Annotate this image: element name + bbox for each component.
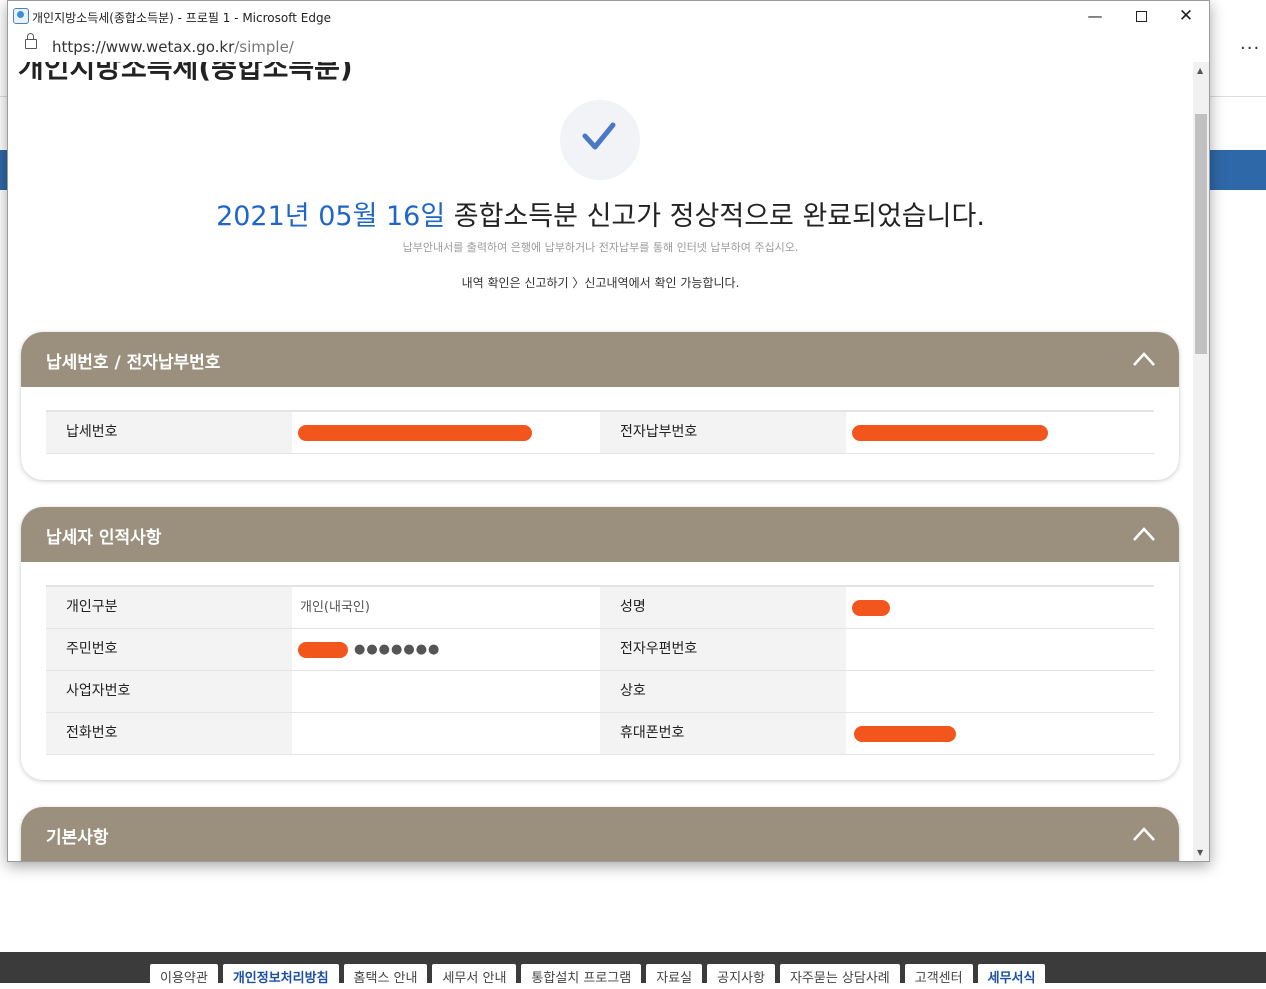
table-row: 사업자번호 상호 xyxy=(46,671,1154,713)
section-title: 기본사항 xyxy=(46,828,109,848)
redaction-mark xyxy=(298,642,348,658)
popup-window: 개인지방소득세(종합소득분) - 프로필 1 - Microsoft Edge … xyxy=(7,0,1210,862)
success-badge xyxy=(560,100,640,180)
url-base: https://www.wetax.go.kr xyxy=(52,38,235,56)
footer-link-forms[interactable]: 세무서식 xyxy=(977,964,1046,989)
maximize-button[interactable] xyxy=(1118,1,1164,31)
label-phone: 전화번호 xyxy=(46,713,292,754)
tax-number-table: 납세번호 전자납부번호 xyxy=(46,410,1154,454)
section-header[interactable]: 납세자 인적사항 xyxy=(21,507,1179,562)
window-title: 개인지방소득세(종합소득분) - 프로필 1 - Microsoft Edge xyxy=(32,11,331,25)
close-button[interactable]: ✕ xyxy=(1163,1,1209,31)
vertical-scrollbar[interactable]: ▲ ▼ xyxy=(1193,62,1209,861)
value-rrn: ●●●●●●● xyxy=(292,629,600,670)
footer-link-hometax[interactable]: 홈택스 안내 xyxy=(343,964,428,989)
lock-icon[interactable] xyxy=(25,33,37,49)
history-notice: 내역 확인은 신고하기 〉신고내역에서 확인 가능합니다. xyxy=(461,276,740,290)
redaction-mark xyxy=(852,425,1048,441)
table-row: 납세번호 전자납부번호 xyxy=(46,412,1154,454)
taxpayer-table: 개인구분 개인(내국인) 성명 주민번호 ●●●●●●● 전자우편번호 사업자번… xyxy=(46,585,1154,755)
footer-link-notice[interactable]: 공지사항 xyxy=(707,964,775,989)
footer-link-terms[interactable]: 이용약관 xyxy=(150,964,218,989)
value-epay-number xyxy=(846,412,1154,453)
section-basic-info: 기본사항 xyxy=(21,807,1179,861)
label-mobile: 휴대폰번호 xyxy=(600,713,846,754)
label-business-number: 사업자번호 xyxy=(46,671,292,712)
section-title: 납세번호 / 전자납부번호 xyxy=(46,353,221,373)
table-row: 전화번호 휴대폰번호 xyxy=(46,713,1154,755)
url-path: /simple/ xyxy=(234,38,294,56)
url-text[interactable]: https://www.wetax.go.kr/simple/ xyxy=(52,38,294,56)
title-bar[interactable]: 개인지방소득세(종합소득분) - 프로필 1 - Microsoft Edge … xyxy=(8,1,1209,31)
maximize-icon xyxy=(1135,11,1147,22)
scroll-down-arrow-icon[interactable]: ▼ xyxy=(1197,848,1203,857)
address-bar: https://www.wetax.go.kr/simple/ xyxy=(8,31,1209,63)
section-title: 납세자 인적사항 xyxy=(46,528,162,548)
section-header[interactable]: 납세번호 / 전자납부번호 xyxy=(21,332,1179,387)
page-content: 개인지방소득세(종합소득분) 2021년 05월 16일 종합소득분 신고가 정… xyxy=(8,62,1193,861)
footer-link-resources[interactable]: 자료실 xyxy=(646,964,703,989)
footer-links: 이용약관 개인정보처리방침 홈택스 안내 세무서 안내 통합설치 프로그램 자료… xyxy=(150,964,1046,989)
redaction-mark xyxy=(852,600,890,616)
table-row: 개인구분 개인(내국인) 성명 xyxy=(46,587,1154,629)
redaction-mark xyxy=(298,425,532,441)
footer-link-install[interactable]: 통합설치 프로그램 xyxy=(521,964,642,989)
label-company-name: 상호 xyxy=(600,671,846,712)
completion-text: 종합소득분 신고가 정상적으로 완료되었습니다. xyxy=(445,201,985,232)
footer-link-faq[interactable]: 자주묻는 상담사례 xyxy=(779,964,900,989)
chevron-up-icon[interactable] xyxy=(1133,352,1155,366)
footer-link-help[interactable]: 고객센터 xyxy=(904,964,973,989)
label-rrn: 주민번호 xyxy=(46,629,292,670)
label-epay-number: 전자납부번호 xyxy=(600,412,846,453)
table-row: 주민번호 ●●●●●●● 전자우편번호 xyxy=(46,629,1154,671)
footer-link-privacy[interactable]: 개인정보처리방침 xyxy=(222,964,339,989)
redaction-mark xyxy=(854,726,956,742)
section-header[interactable]: 기본사항 xyxy=(21,807,1179,861)
section-tax-number: 납세번호 / 전자납부번호 납세번호 전자납부번호 xyxy=(21,332,1179,480)
rrn-masked-digits: ●●●●●●● xyxy=(354,642,441,657)
filing-date: 2021년 05월 16일 xyxy=(216,201,446,232)
footer-link-tax-office[interactable]: 세무서 안내 xyxy=(432,964,517,989)
chevron-up-icon[interactable] xyxy=(1133,827,1155,841)
minimize-button[interactable]: — xyxy=(1072,1,1118,31)
scroll-up-arrow-icon[interactable]: ▲ xyxy=(1197,66,1203,75)
section-taxpayer-info: 납세자 인적사항 개인구분 개인(내국인) 성명 주민번호 ●●●●●●● 전자… xyxy=(21,507,1179,780)
label-name: 성명 xyxy=(600,587,846,628)
check-icon xyxy=(582,122,616,150)
scrollbar-thumb[interactable] xyxy=(1195,114,1207,354)
label-email-postal: 전자우편번호 xyxy=(600,629,846,670)
page-heading-cut: 개인지방소득세(종합소득분) xyxy=(18,62,353,84)
value-business-number xyxy=(292,671,600,712)
value-tax-number xyxy=(292,412,600,453)
completion-message: 2021년 05월 16일 종합소득분 신고가 정상적으로 완료되었습니다. xyxy=(8,194,1193,233)
value-email-postal xyxy=(846,629,1154,670)
payment-notice: 납부안내서를 출력하여 은행에 납부하거나 전자납부를 통해 인터넷 납부하여 … xyxy=(402,241,799,254)
value-name xyxy=(846,587,1154,628)
value-company-name xyxy=(846,671,1154,712)
value-person-type: 개인(내국인) xyxy=(300,600,370,615)
chevron-up-icon[interactable] xyxy=(1133,527,1155,541)
value-mobile xyxy=(846,713,1154,754)
more-menu-icon[interactable]: ··· xyxy=(1240,38,1260,59)
label-tax-number: 납세번호 xyxy=(46,412,292,453)
edge-app-icon xyxy=(13,8,29,24)
label-person-type: 개인구분 xyxy=(46,587,292,628)
value-phone xyxy=(292,713,600,754)
